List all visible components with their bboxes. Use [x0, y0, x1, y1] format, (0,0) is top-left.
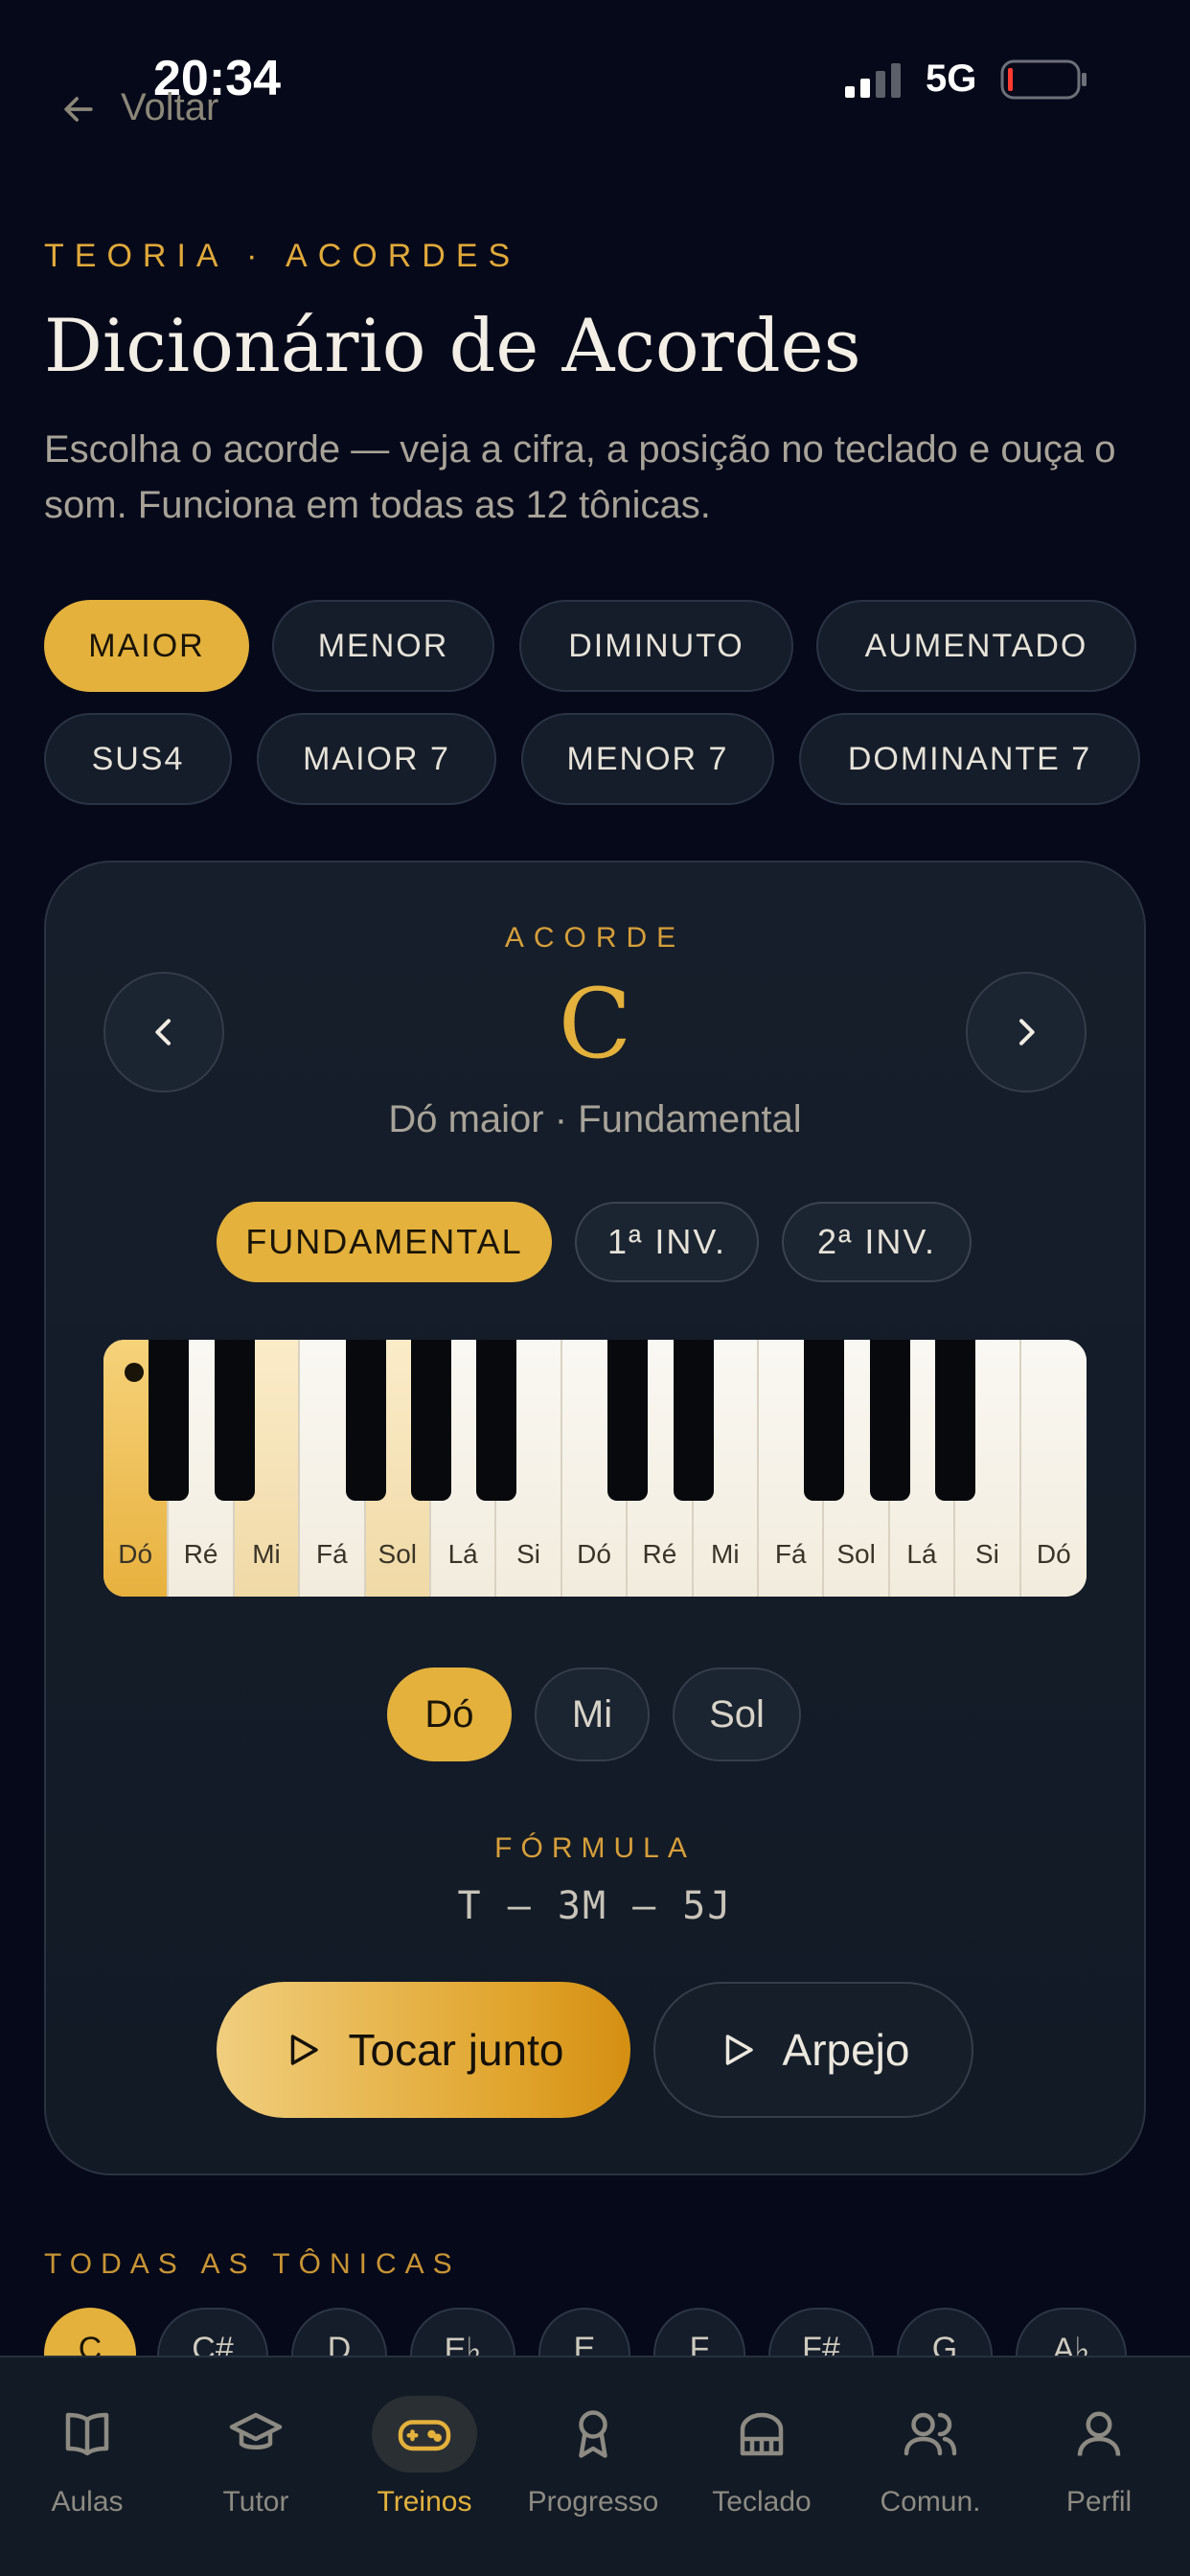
tonics-section-label: TODAS AS TÔNICAS [44, 2248, 461, 2280]
white-key[interactable]: Dó [1020, 1340, 1087, 1597]
page-subtitle: Escolha o acorde — veja a cifra, a posiç… [44, 428, 1116, 526]
tab-treinos[interactable]: Treinos [343, 2396, 506, 2518]
note-sol[interactable]: Sol [673, 1668, 801, 1761]
black-key[interactable] [476, 1340, 517, 1501]
graduation-cap-icon [203, 2396, 309, 2472]
white-key-label: Fá [316, 1539, 348, 1569]
play-icon [725, 2035, 753, 2065]
chord-type-menor-7[interactable]: MENOR 7 [521, 713, 774, 805]
note-mi[interactable]: Mi [535, 1668, 650, 1761]
white-key-label: Lá [447, 1539, 478, 1569]
white-key-label: Dó [118, 1539, 153, 1569]
tab-label: Aulas [51, 2486, 124, 2518]
chord-type-diminuto[interactable]: DIMINUTO [519, 600, 793, 692]
chord-formula: T – 3M – 5J [457, 1884, 733, 1928]
tab-aulas[interactable]: Aulas [6, 2396, 169, 2518]
white-key-label: Sol [836, 1539, 876, 1569]
user-icon [1046, 2396, 1152, 2472]
tab-perfil[interactable]: Perfil [1018, 2396, 1180, 2518]
tab-label: Progresso [527, 2486, 659, 2518]
arpeggio-button[interactable]: Arpejo [653, 1982, 973, 2118]
users-icon [878, 2396, 983, 2472]
black-key[interactable] [149, 1340, 190, 1501]
white-key-label: Fá [774, 1539, 807, 1569]
white-key-label: Mi [711, 1539, 740, 1569]
gamepad-icon [372, 2396, 477, 2472]
white-key-label: Mi [252, 1539, 281, 1569]
black-key[interactable] [673, 1340, 714, 1501]
black-key[interactable] [935, 1340, 976, 1501]
black-key[interactable] [411, 1340, 451, 1501]
card-eyebrow: ACORDE [504, 922, 686, 954]
inversion-first[interactable]: 1ª INV. [575, 1202, 759, 1282]
white-key-label: Si [974, 1539, 999, 1569]
network-label: 5G [926, 58, 977, 100]
tab-tutor[interactable]: Tutor [174, 2396, 337, 2518]
inversion-fundamental[interactable]: FUNDAMENTAL [217, 1202, 552, 1282]
chord-type-menor[interactable]: MENOR [272, 600, 494, 692]
arpeggio-label: Arpejo [782, 2025, 910, 2075]
section-eyebrow: TEORIA · ACORDES [44, 238, 521, 274]
back-arrow-icon[interactable] [57, 88, 100, 130]
chord-type-maior[interactable]: MAIOR [44, 600, 249, 692]
back-button-label[interactable]: Voltar [121, 86, 218, 129]
chord-description: Dó maior · Fundamental [388, 1098, 802, 1140]
piano-icon [709, 2396, 814, 2472]
white-key-label: Ré [183, 1539, 218, 1569]
signal-icon [843, 61, 904, 100]
award-icon [540, 2396, 646, 2472]
play-together-button[interactable]: Tocar junto [217, 1982, 630, 2118]
tab-progresso[interactable]: Progresso [512, 2396, 675, 2518]
black-key[interactable] [345, 1340, 386, 1501]
chord-type-sus4[interactable]: SUS4 [44, 713, 232, 805]
white-key-label: Si [516, 1539, 541, 1569]
piano-keyboard: Dó Ré Mi Fá Sol Lá Si Dó Ré Mi Fá Sol Lá Si Dó [103, 1340, 1087, 1597]
white-key-label: Dó [1036, 1539, 1071, 1569]
white-key-label: Ré [642, 1539, 677, 1569]
black-key[interactable] [804, 1340, 845, 1501]
tab-teclado[interactable]: Teclado [680, 2396, 843, 2518]
chord-type-dominante-7[interactable]: DOMINANTE 7 [799, 713, 1140, 805]
black-key[interactable] [869, 1340, 910, 1501]
tab-label: Treinos [377, 2486, 472, 2518]
tab-label: Comun. [880, 2486, 981, 2518]
tab-comunidade[interactable]: Comun. [849, 2396, 1012, 2518]
play-together-label: Tocar junto [348, 2025, 564, 2075]
tab-label: Teclado [712, 2486, 812, 2518]
tab-label: Perfil [1065, 2486, 1133, 2518]
play-icon [291, 2035, 319, 2065]
chord-type-maior-7[interactable]: MAIOR 7 [257, 713, 496, 805]
book-icon [34, 2396, 140, 2472]
chord-type-aumentado[interactable]: AUMENTADO [816, 600, 1136, 692]
tab-label: Tutor [222, 2486, 289, 2518]
white-key-label: Lá [906, 1539, 937, 1569]
white-key-label: Sol [378, 1539, 418, 1569]
note-do[interactable]: Dó [387, 1668, 512, 1761]
black-key[interactable] [607, 1340, 649, 1501]
white-key-label: Dó [577, 1539, 611, 1569]
inversion-second[interactable]: 2ª INV. [782, 1202, 972, 1282]
page-title: Dicionário de Acordes [44, 303, 861, 388]
chord-symbol: C [558, 968, 632, 1080]
battery-icon [1000, 59, 1088, 100]
black-key[interactable] [214, 1340, 255, 1501]
root-marker [125, 1363, 144, 1382]
formula-label: FÓRMULA [494, 1832, 696, 1864]
